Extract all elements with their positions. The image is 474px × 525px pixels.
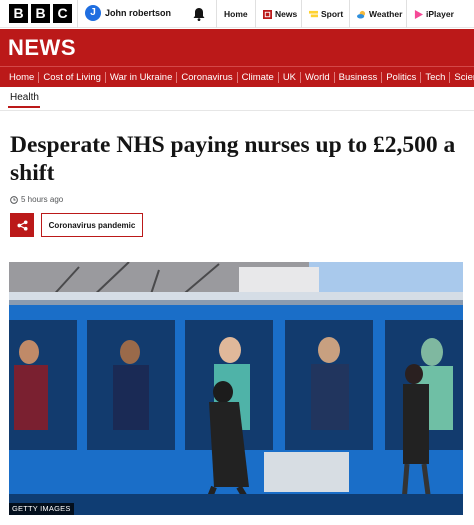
section-label[interactable]: Health	[10, 92, 39, 103]
section-coronavirus[interactable]: Coronavirus	[177, 72, 238, 83]
nav-weather-label: Weather	[369, 9, 403, 19]
logo-letter: C	[53, 4, 72, 23]
nav-sport-label: Sport	[321, 9, 344, 19]
weather-icon	[357, 10, 366, 18]
section-tech[interactable]: Tech	[421, 72, 451, 83]
image-credit: GETTY IMAGES	[9, 503, 74, 515]
section-cost-of-living[interactable]: Cost of Living	[39, 72, 106, 83]
divider	[301, 0, 302, 28]
section-war-in-ukraine[interactable]: War in Ukraine	[106, 72, 178, 83]
bell-icon[interactable]	[191, 6, 207, 22]
section-science[interactable]: Science	[450, 72, 474, 83]
nav-news-label: News	[275, 9, 298, 19]
section-politics[interactable]: Politics	[382, 72, 422, 83]
iplayer-icon	[414, 9, 423, 19]
section-nav: Home Cost of Living War in Ukraine Coron…	[0, 66, 474, 87]
user-avatar[interactable]: J	[85, 5, 101, 21]
share-button[interactable]	[10, 213, 34, 237]
section-business[interactable]: Business	[335, 72, 383, 83]
news-icon	[263, 9, 272, 19]
bbc-logo[interactable]: B B C	[9, 4, 72, 23]
topic-tag-button[interactable]: Coronavirus pandemic	[41, 213, 143, 237]
hero-image-illustration	[9, 262, 463, 515]
top-bar: B B C J John robertson Home News Sport W…	[0, 0, 474, 28]
article-hero-image	[9, 262, 463, 515]
article-headline: Desperate NHS paying nurses up to £2,500…	[10, 132, 456, 186]
clock-icon	[10, 195, 18, 204]
nav-sport[interactable]: Sport	[301, 0, 344, 28]
nav-iplayer-label: iPlayer	[426, 9, 454, 19]
logo-letter: B	[31, 4, 50, 23]
user-name[interactable]: John robertson	[105, 8, 171, 18]
logo-letter: B	[9, 4, 28, 23]
divider	[349, 0, 350, 28]
section-world[interactable]: World	[301, 72, 335, 83]
divider	[255, 0, 256, 28]
divider	[216, 0, 217, 28]
nav-home[interactable]: Home	[216, 0, 248, 28]
divider	[77, 0, 78, 28]
share-icon	[16, 219, 28, 231]
news-banner: NEWS	[0, 29, 474, 66]
nav-news[interactable]: News	[255, 0, 298, 28]
section-uk[interactable]: UK	[279, 72, 302, 83]
divider	[0, 110, 474, 111]
article-timestamp: 5 hours ago	[10, 195, 63, 204]
section-home[interactable]: Home	[0, 72, 40, 83]
timestamp-text: 5 hours ago	[21, 195, 64, 204]
sport-icon	[309, 10, 318, 17]
nav-iplayer[interactable]: iPlayer	[406, 0, 454, 28]
section-underline	[8, 106, 40, 108]
nav-weather[interactable]: Weather	[349, 0, 403, 28]
news-title[interactable]: NEWS	[8, 35, 76, 61]
nav-home-label: Home	[224, 9, 248, 19]
divider	[406, 0, 407, 28]
section-climate[interactable]: Climate	[238, 72, 279, 83]
